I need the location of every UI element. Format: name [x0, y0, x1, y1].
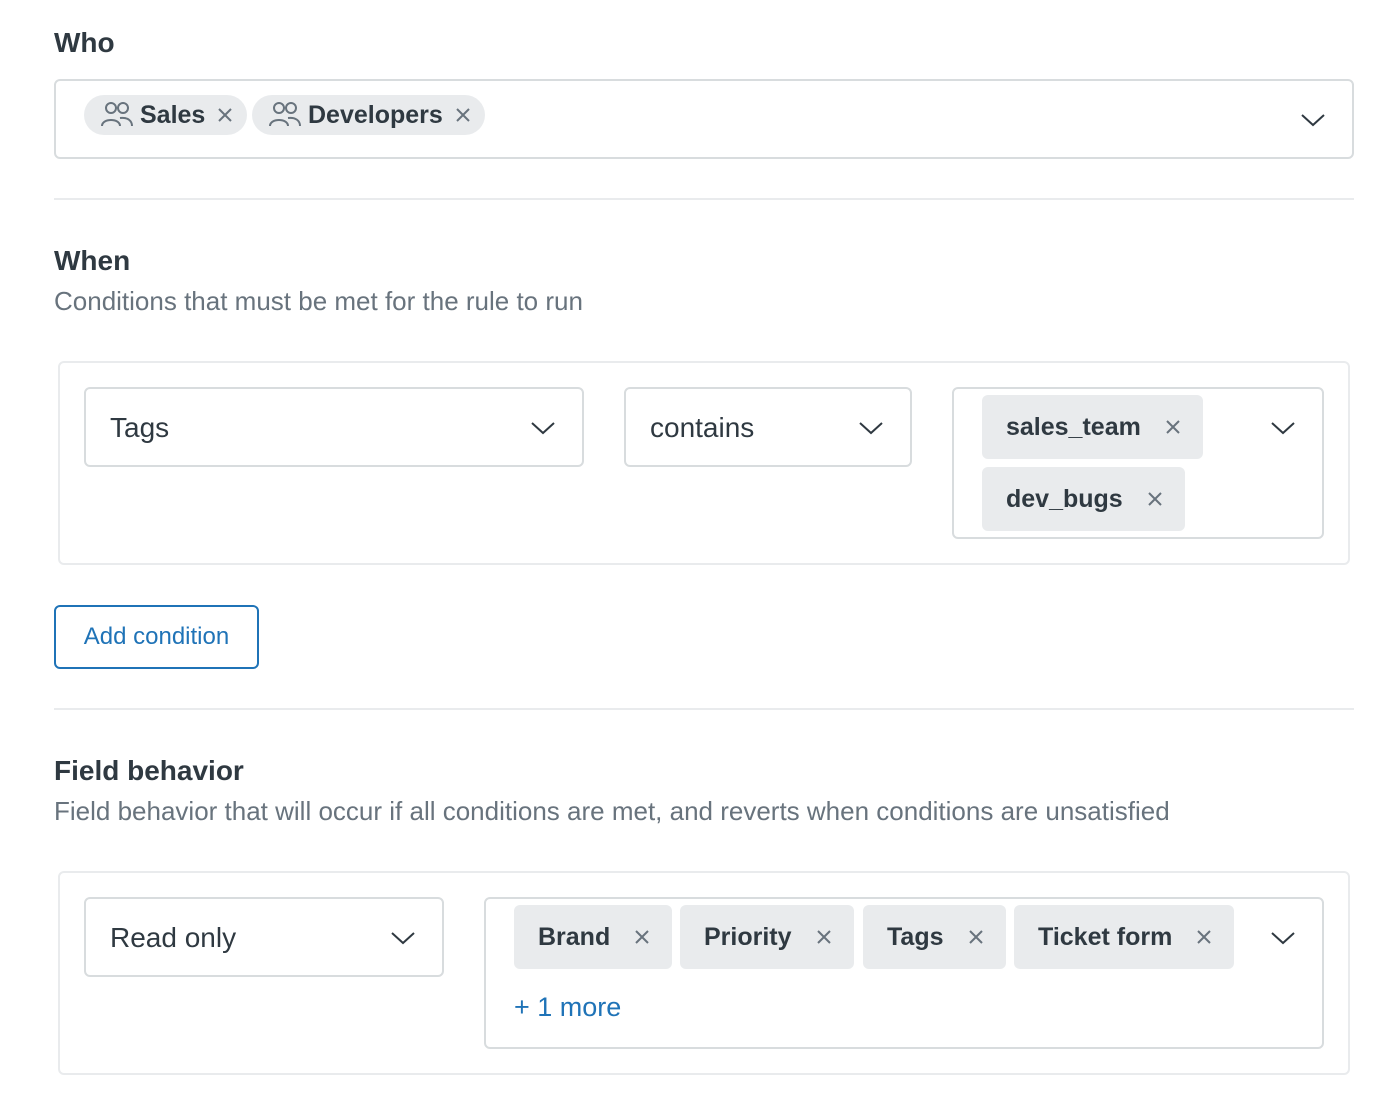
who-title: Who: [54, 27, 115, 58]
condition-operator-value: contains: [650, 412, 755, 443]
field-behavior-description: Field behavior that will occur if all co…: [54, 796, 1170, 826]
chevron-down-icon[interactable]: [390, 931, 416, 945]
group-pill-label: Sales: [140, 100, 206, 129]
section-divider: [54, 198, 1354, 200]
value-tag-label: dev_bugs: [1006, 484, 1123, 513]
remove-sales-icon[interactable]: [217, 107, 233, 123]
users-icon: [101, 102, 133, 127]
field-behavior-card: Read only Brand Priority Tags Ticket for…: [58, 871, 1350, 1075]
when-description: Conditions that must be met for the rule…: [54, 286, 583, 316]
when-title: When: [54, 245, 131, 276]
condition-operator-select[interactable]: contains: [624, 387, 912, 467]
group-pill-sales: Sales: [84, 95, 248, 135]
field-tag-brand: Brand: [514, 905, 673, 969]
value-tag-sales-team: sales_team: [982, 395, 1203, 459]
group-pill-developers: Developers: [252, 95, 485, 135]
field-tag-tags: Tags: [863, 905, 1006, 969]
field-tag-label: Ticket form: [1038, 922, 1173, 951]
remove-ticket-form-icon[interactable]: [1196, 929, 1212, 945]
condition-card: Tags contains sales_team dev_bugs: [58, 361, 1350, 565]
show-more-fields-link[interactable]: + 1 more: [514, 992, 621, 1023]
condition-field-select[interactable]: Tags: [84, 387, 584, 467]
users-icon: [269, 102, 301, 127]
section-divider: [54, 708, 1354, 710]
value-tag-label: sales_team: [1006, 412, 1141, 441]
field-behavior-title: Field behavior: [54, 755, 244, 786]
field-tag-ticket-form: Ticket form: [1014, 905, 1235, 969]
add-condition-button[interactable]: Add condition: [54, 605, 259, 669]
remove-developers-icon[interactable]: [455, 107, 471, 123]
fields-multiselect[interactable]: Brand Priority Tags Ticket form: [484, 897, 1324, 1049]
remove-priority-icon[interactable]: [816, 929, 832, 945]
behavior-value: Read only: [110, 922, 237, 953]
remove-dev-bugs-icon[interactable]: [1147, 491, 1163, 507]
field-tag-label: Tags: [887, 922, 944, 951]
chevron-down-icon[interactable]: [1300, 113, 1326, 127]
group-pill-label: Developers: [308, 100, 443, 129]
condition-field-value: Tags: [110, 412, 170, 443]
chevron-down-icon[interactable]: [530, 421, 556, 435]
chevron-down-icon[interactable]: [858, 421, 884, 435]
field-tag-label: Priority: [704, 922, 792, 951]
behavior-select[interactable]: Read only: [84, 897, 444, 977]
remove-tags-icon[interactable]: [968, 929, 984, 945]
remove-sales-team-icon[interactable]: [1165, 419, 1181, 435]
who-groups-combobox[interactable]: Sales Developers: [54, 79, 1354, 159]
remove-brand-icon[interactable]: [634, 929, 650, 945]
chevron-down-icon[interactable]: [1270, 421, 1296, 435]
field-tag-priority: Priority: [680, 905, 854, 969]
chevron-down-icon[interactable]: [1270, 931, 1296, 945]
condition-values-multiselect[interactable]: sales_team dev_bugs: [952, 387, 1324, 539]
field-tag-label: Brand: [538, 922, 611, 951]
value-tag-dev-bugs: dev_bugs: [982, 467, 1185, 531]
